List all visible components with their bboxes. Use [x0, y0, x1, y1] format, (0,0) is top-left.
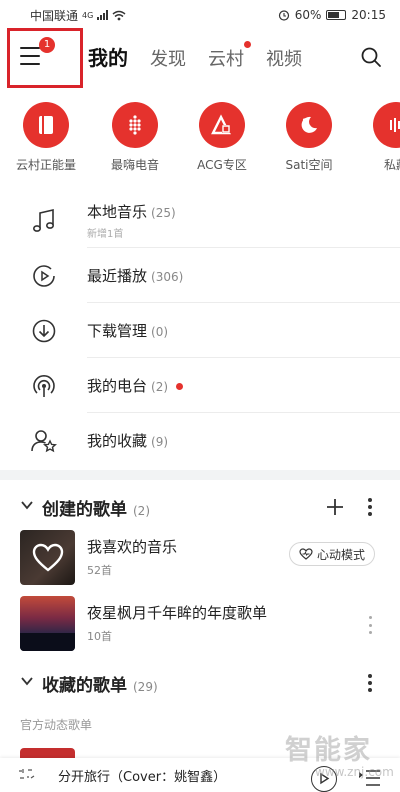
playlist-icon[interactable]: [358, 768, 382, 788]
search-icon[interactable]: [360, 46, 382, 68]
chevron-down-icon[interactable]: [20, 498, 34, 512]
favorites-icon: [31, 430, 57, 453]
library-list: 本地音乐 (25) 新增1首 最近播放 (306) 下载管理 (0) 我的电台 (2) …: [0, 193, 400, 468]
section-title-text: 创建的歌单: [42, 500, 127, 520]
row-title: 我的电台: [87, 376, 148, 395]
heart-icon: [32, 543, 63, 572]
moon-icon: [286, 102, 332, 148]
heartbeat-mode-label: 心动模式: [317, 547, 366, 562]
download-icon: [32, 319, 56, 343]
top-tabs: 我的 发现 云村 视频: [88, 41, 302, 71]
quick-label: ACG专区: [197, 158, 247, 172]
menu-badge: 1: [39, 37, 55, 53]
status-bar: 中国联通 4G 60% 20:15: [0, 0, 400, 30]
row-subtitle: 新增1首: [87, 228, 124, 240]
quick-label: Sati空间: [285, 158, 333, 172]
quick-label: 最嗨电音: [110, 158, 159, 172]
play-icon: [320, 772, 330, 785]
battery-percent: 60%: [294, 8, 322, 22]
playlist-cover: [20, 596, 75, 651]
recent-play-icon: [33, 265, 55, 287]
row-title: 最近播放: [87, 266, 148, 285]
list-item-recent-play[interactable]: 最近播放 (306): [0, 248, 400, 303]
heartbeat-mode-button[interactable]: 心动模式: [289, 542, 376, 566]
quick-item-acg[interactable]: ACG专区: [176, 102, 268, 173]
carrier-label: 中国联通: [30, 8, 79, 23]
list-item-downloads[interactable]: 下载管理 (0): [0, 303, 400, 358]
row-title: 下载管理: [87, 321, 148, 340]
book-icon: [23, 102, 69, 148]
section-title: 创建的歌单 (2): [42, 495, 150, 520]
signal-icon: [97, 10, 109, 20]
play-button[interactable]: [311, 766, 337, 792]
section-divider: [0, 470, 400, 480]
menu-button[interactable]: [20, 47, 40, 65]
playlist-cover: [20, 530, 75, 585]
dots-icon: [112, 102, 158, 148]
notification-dot: [176, 382, 184, 390]
radio-icon: [33, 375, 55, 397]
section-count: (29): [133, 680, 158, 694]
section-title-text: 收藏的歌单: [42, 676, 127, 696]
playlist-cover: [20, 748, 75, 758]
heart-pulse-icon: [299, 548, 313, 560]
created-playlists-header[interactable]: 创建的歌单 (2): [0, 486, 400, 526]
now-playing-title: 分开旅行（Cover：姚智鑫）: [58, 770, 227, 785]
quick-label: 私藏: [383, 158, 400, 172]
playlist-track-count: 52首: [87, 564, 112, 577]
row-count: (9): [151, 435, 169, 449]
quick-item-sati[interactable]: Sati空间: [263, 102, 355, 173]
playlist-track-count: 10首: [87, 630, 112, 643]
hamburger-icon: [20, 47, 40, 49]
list-item-favorites[interactable]: 我的收藏 (9): [0, 413, 400, 468]
clock: 20:15: [351, 8, 386, 22]
more-options-icon[interactable]: [362, 496, 378, 518]
tab-mine[interactable]: 我的: [88, 42, 128, 71]
music-note-icon: [32, 208, 54, 232]
partial-icon: [373, 102, 400, 148]
official-playlists-label: 官方动态歌单: [20, 718, 93, 732]
playlist-item-liked[interactable]: 我喜欢的音乐 52首 心动模式: [0, 528, 400, 588]
tab-discover[interactable]: 发现: [150, 45, 186, 71]
battery-icon: [326, 10, 347, 20]
now-playing-cover: [8, 760, 48, 790]
playlist-title: 夜星枫月千年眸的年度歌单: [87, 604, 268, 622]
network-label: 4G: [82, 10, 94, 20]
more-options-icon[interactable]: [362, 614, 378, 636]
section-count: (2): [133, 504, 150, 518]
notification-dot: [244, 41, 251, 48]
more-options-icon[interactable]: [362, 672, 378, 694]
quick-label: 云村正能量: [15, 158, 76, 172]
collected-playlists-header[interactable]: 收藏的歌单 (29): [0, 662, 400, 702]
section-title: 收藏的歌单 (29): [42, 671, 158, 696]
playlist-title: 我喜欢的音乐: [87, 538, 178, 556]
acg-icon: [199, 102, 245, 148]
quick-item-edm[interactable]: 最嗨电音: [89, 102, 181, 173]
add-icon[interactable]: [325, 497, 345, 517]
list-item-local-music[interactable]: 本地音乐 (25) 新增1首: [0, 193, 400, 248]
tab-village-label: 云村: [208, 49, 244, 70]
quick-item-private[interactable]: 私藏: [350, 102, 400, 173]
tab-village[interactable]: 云村: [208, 41, 251, 71]
row-title: 本地音乐: [87, 202, 148, 221]
row-title: 我的收藏: [87, 432, 148, 450]
quick-item-positive-energy[interactable]: 云村正能量: [0, 102, 92, 173]
row-count: (2): [151, 379, 169, 394]
mini-player[interactable]: 分开旅行（Cover：姚智鑫）: [0, 758, 400, 792]
quick-access-row: 云村正能量 最嗨电音 ACG专区 Sati空间 私藏: [0, 102, 400, 182]
wifi-icon: [112, 10, 126, 20]
list-item-my-radio[interactable]: 我的电台 (2): [0, 358, 400, 413]
album-art-icon: [19, 769, 35, 779]
alarm-icon: [278, 10, 289, 21]
row-count: (306): [151, 269, 184, 284]
playlist-item-annual[interactable]: 夜星枫月千年眸的年度歌单 10首: [0, 594, 400, 654]
row-count: (0): [151, 324, 169, 339]
chevron-down-icon[interactable]: [20, 674, 34, 688]
row-count: (25): [151, 205, 176, 220]
tab-video[interactable]: 视频: [266, 45, 302, 71]
